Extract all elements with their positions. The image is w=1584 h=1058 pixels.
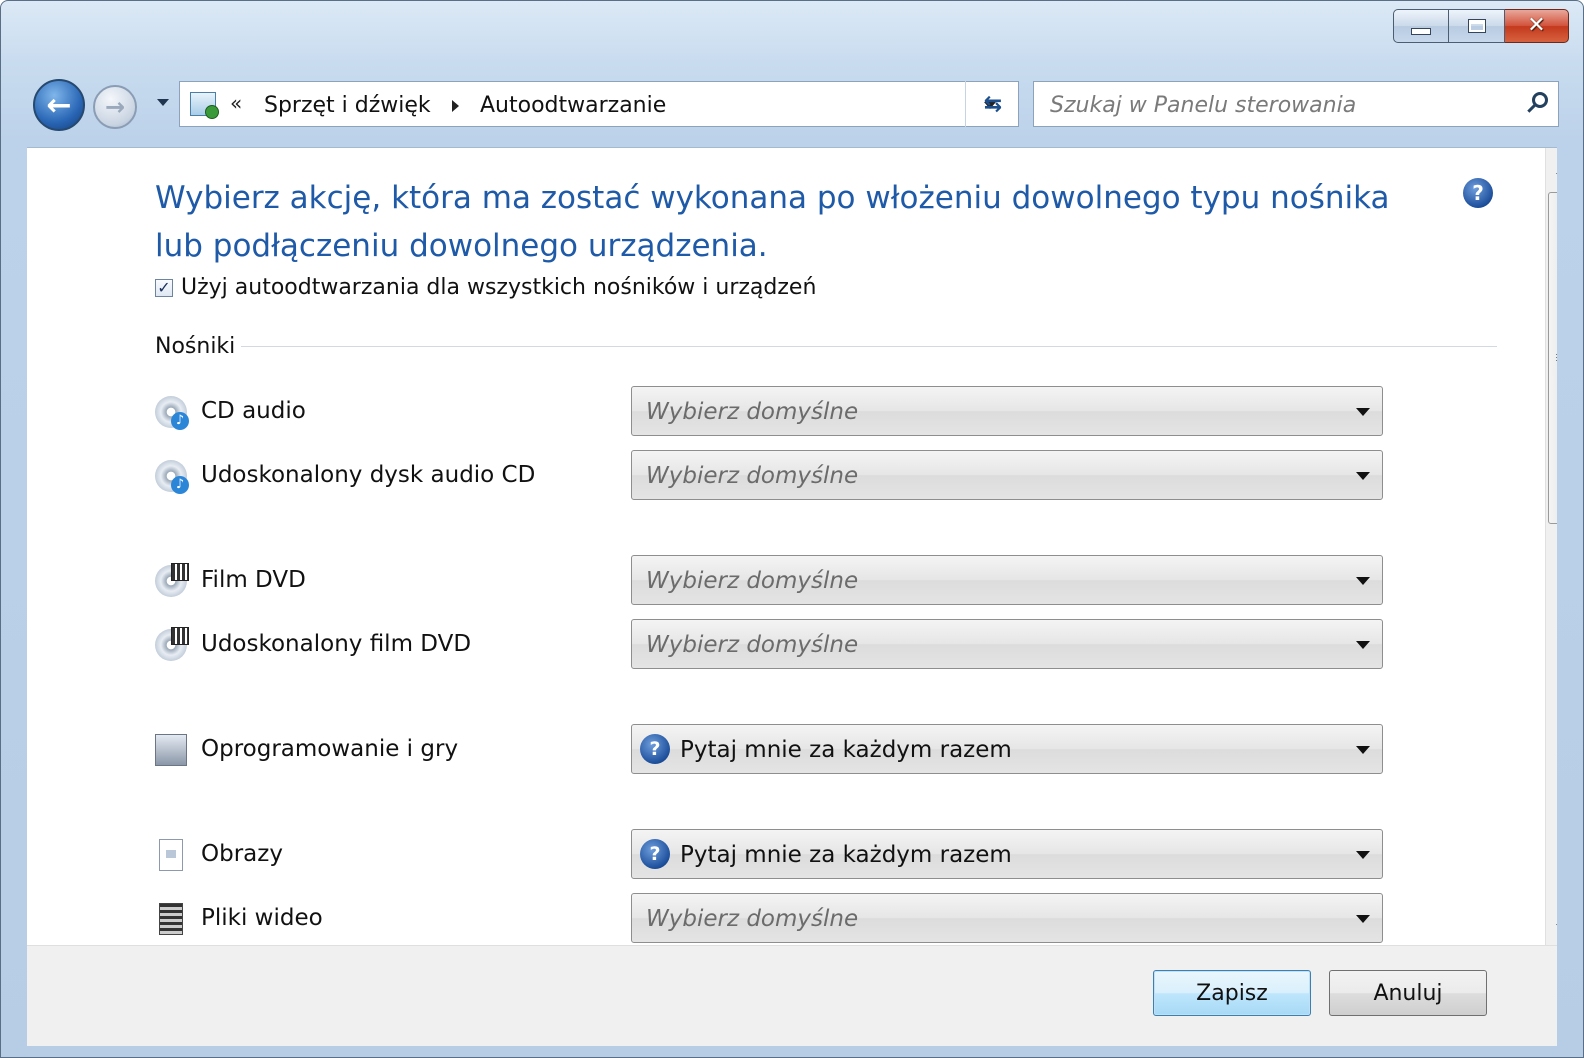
- dvd-movie-icon: [155, 563, 189, 597]
- media-action-select[interactable]: Wybierz domyślne: [631, 619, 1383, 669]
- breadcrumb-autoplay[interactable]: Autoodtwarzanie: [480, 93, 666, 118]
- media-row-pictures: Obrazy ? Pytaj mnie za każdym razem: [155, 829, 1385, 879]
- refresh-button[interactable]: ⇆: [965, 81, 1020, 127]
- media-row-enhanced-cd-audio: Udoskonalony dysk audio CD Wybierz domyś…: [155, 450, 1385, 500]
- address-bar[interactable]: « Sprzęt i dźwięk Autoodtwarzanie: [179, 81, 1019, 127]
- chevron-down-icon: [1356, 851, 1370, 859]
- selected-value: Wybierz domyślne: [646, 463, 859, 489]
- media-action-select[interactable]: Wybierz domyślne: [631, 450, 1383, 500]
- media-name: Oprogramowanie i gry: [201, 736, 459, 762]
- media-section-header: Nośniki: [155, 334, 1497, 359]
- media-row-dvd-movie: Film DVD Wybierz domyślne: [155, 555, 1385, 605]
- content-area: ? Wybierz akcję, która ma zostać wykonan…: [27, 147, 1557, 946]
- media-name: Obrazy: [201, 841, 283, 867]
- search-box[interactable]: Szukaj w Panelu sterowania: [1033, 81, 1559, 127]
- search-icon[interactable]: [1532, 92, 1548, 108]
- forward-button[interactable]: →: [93, 85, 137, 129]
- selected-value: Wybierz domyślne: [646, 568, 859, 594]
- maximize-button[interactable]: [1449, 9, 1505, 43]
- close-button[interactable]: ✕: [1505, 9, 1569, 43]
- breadcrumb-hardware-sound[interactable]: Sprzęt i dźwięk: [264, 93, 431, 118]
- maximize-icon: [1467, 19, 1486, 33]
- media-row-software-games: Oprogramowanie i gry ? Pytaj mnie za każ…: [155, 724, 1385, 774]
- caption-buttons: ✕: [1393, 9, 1569, 43]
- scroll-up-button[interactable]: [1546, 156, 1557, 186]
- cd-audio-icon: [155, 396, 189, 430]
- media-row-enhanced-dvd-movie: Udoskonalony film DVD Wybierz domyślne: [155, 619, 1385, 669]
- media-name: CD audio: [201, 398, 306, 424]
- use-autoplay-option[interactable]: ✓ Użyj autoodtwarzania dla wszystkich no…: [155, 275, 816, 300]
- autoplay-window: ✕ ← → « Sprzęt i dźwięk Autoodtwarzanie …: [0, 0, 1584, 1058]
- enhanced-cd-audio-icon: [155, 460, 189, 494]
- selected-value: Pytaj mnie za każdym razem: [680, 842, 1012, 868]
- media-action-select[interactable]: Wybierz domyślne: [631, 555, 1383, 605]
- page-title: Wybierz akcję, która ma zostać wykonana …: [155, 180, 1390, 264]
- save-button[interactable]: Zapisz: [1153, 970, 1311, 1016]
- chevron-down-icon: [1356, 472, 1370, 480]
- overflow-chevron[interactable]: «: [230, 91, 242, 115]
- media-action-select[interactable]: ? Pytaj mnie za każdym razem: [631, 724, 1383, 774]
- pictures-icon: [159, 839, 183, 871]
- control-panel-icon: [190, 92, 219, 119]
- search-input[interactable]: Szukaj w Panelu sterowania: [1050, 93, 1356, 118]
- enhanced-dvd-movie-icon: [155, 627, 189, 661]
- media-name: Udoskonalony film DVD: [201, 631, 472, 657]
- video-files-icon: [159, 903, 183, 935]
- back-button[interactable]: ←: [33, 79, 85, 131]
- chevron-down-icon: [1356, 577, 1370, 585]
- help-icon[interactable]: ?: [1463, 178, 1493, 208]
- cancel-button[interactable]: Anuluj: [1329, 970, 1487, 1016]
- selected-value: Wybierz domyślne: [646, 399, 859, 425]
- close-icon: ✕: [1527, 13, 1546, 38]
- vertical-scrollbar[interactable]: [1545, 148, 1557, 946]
- media-action-select[interactable]: Wybierz domyślne: [631, 386, 1383, 436]
- use-autoplay-label[interactable]: Użyj autoodtwarzania dla wszystkich nośn…: [181, 275, 816, 300]
- ask-every-time-icon: ?: [640, 839, 670, 869]
- chevron-down-icon: [1356, 641, 1370, 649]
- back-arrow-icon: ←: [46, 87, 72, 123]
- chevron-down-icon: [1356, 746, 1370, 754]
- minimize-button[interactable]: [1393, 9, 1449, 43]
- forward-arrow-icon: →: [104, 93, 126, 121]
- selected-value: Wybierz domyślne: [646, 632, 859, 658]
- section-divider: [241, 346, 1497, 347]
- media-row-cd-audio: CD audio Wybierz domyślne: [155, 386, 1385, 436]
- media-name: Film DVD: [201, 567, 306, 593]
- chevron-down-icon: [1356, 408, 1370, 416]
- refresh-icon: ⇆: [983, 91, 1003, 117]
- selected-value: Wybierz domyślne: [646, 906, 859, 932]
- media-row-video-files: Pliki wideo Wybierz domyślne: [155, 893, 1385, 943]
- scroll-down-button[interactable]: [1546, 912, 1557, 942]
- use-autoplay-checkbox[interactable]: ✓: [155, 278, 173, 297]
- dialog-footer: Zapisz Anuluj: [27, 945, 1557, 1046]
- minimize-icon: [1411, 27, 1431, 35]
- media-name: Pliki wideo: [201, 905, 323, 931]
- navigation-bar: ← → « Sprzęt i dźwięk Autoodtwarzanie ⇆ …: [29, 77, 1559, 133]
- grip-icon: [1556, 354, 1557, 362]
- media-name: Udoskonalony dysk audio CD: [201, 462, 536, 488]
- scroll-down-icon: [1556, 924, 1557, 930]
- scroll-thumb[interactable]: [1548, 192, 1557, 524]
- media-action-select[interactable]: ? Pytaj mnie za każdym razem: [631, 829, 1383, 879]
- media-section-label: Nośniki: [155, 334, 236, 359]
- media-action-select[interactable]: Wybierz domyślne: [631, 893, 1383, 943]
- breadcrumb-separator-icon[interactable]: [452, 100, 459, 112]
- software-games-icon: [155, 734, 187, 766]
- chevron-down-icon: [1356, 915, 1370, 923]
- selected-value: Pytaj mnie za każdym razem: [680, 737, 1012, 763]
- scroll-up-icon: [1556, 168, 1557, 174]
- recent-pages-dropdown-icon[interactable]: [157, 99, 169, 106]
- ask-every-time-icon: ?: [640, 734, 670, 764]
